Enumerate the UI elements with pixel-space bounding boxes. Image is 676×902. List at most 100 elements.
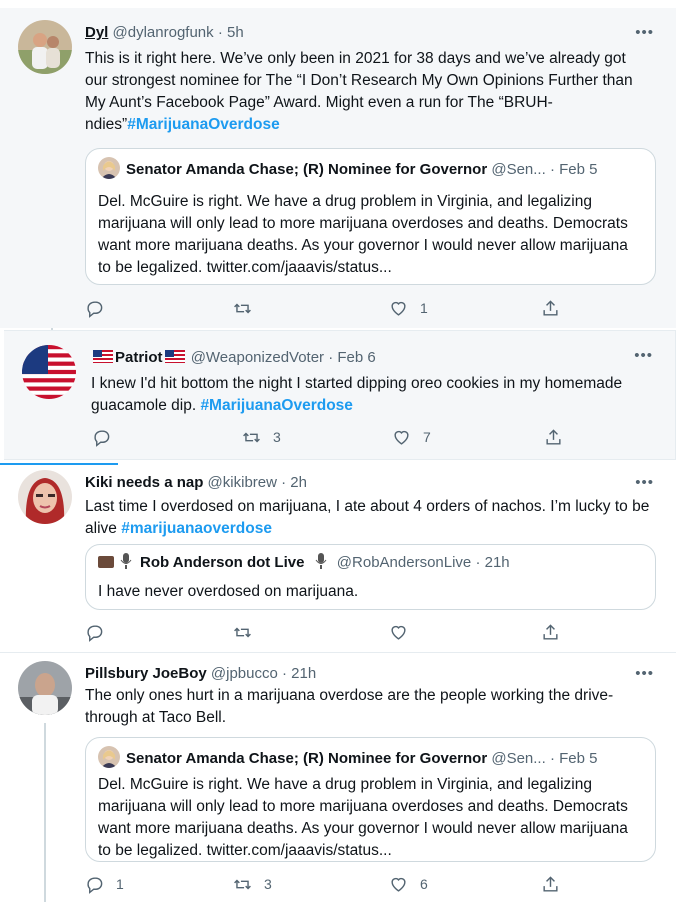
retweet-icon	[234, 879, 251, 889]
more-icon[interactable]: •••	[635, 474, 654, 491]
quote-timestamp: · Feb 5	[549, 161, 598, 178]
share-icon	[546, 428, 561, 445]
like-icon	[391, 301, 406, 316]
timestamp[interactable]: · 2h	[281, 474, 307, 491]
display-name[interactable]: Dyl	[85, 24, 108, 41]
microphone-icon	[315, 553, 327, 569]
handle[interactable]: @WeaponizedVoter	[191, 349, 324, 366]
quote-handle: @Sen...	[491, 161, 546, 178]
more-icon[interactable]: •••	[635, 665, 654, 682]
action-bar	[85, 620, 565, 644]
share-button[interactable]	[544, 425, 575, 449]
like-button[interactable]: 6	[389, 872, 428, 896]
like-icon	[394, 430, 409, 445]
more-icon[interactable]: •••	[635, 24, 654, 41]
retweet-icon	[243, 432, 260, 442]
reply-icon	[87, 876, 103, 894]
quote-display-name: Senator Amanda Chase; (R) Nominee for Go…	[126, 161, 488, 178]
timestamp[interactable]: · Feb 6	[328, 349, 376, 366]
quote-text: I have never overdosed on marijuana.	[98, 583, 359, 600]
share-button[interactable]	[541, 620, 572, 644]
quote-display-name: Senator Amanda Chase; (R) Nominee for Go…	[126, 750, 488, 767]
avatar[interactable]	[18, 470, 72, 524]
like-icon	[391, 625, 406, 640]
reply-button[interactable]	[85, 296, 116, 320]
quote-header: Rob Anderson dot Live @RobAndersonLive ·…	[98, 553, 645, 571]
us-flag-icon	[22, 345, 76, 399]
share-icon	[543, 623, 558, 640]
avatar[interactable]	[18, 661, 72, 715]
display-name[interactable]: Patriot	[115, 349, 163, 366]
quoted-tweet[interactable]: Senator Amanda Chase; (R) Nominee for Go…	[85, 148, 656, 285]
retweet-button[interactable]	[233, 296, 264, 320]
tweet-text: Last time I overdosed on marijuana, I at…	[85, 496, 652, 540]
tweet-header: Pillsbury JoeBoy @jpbucco · 21h	[85, 665, 636, 682]
us-flag-icon	[93, 350, 113, 363]
display-name[interactable]: Kiki needs a nap	[85, 474, 203, 491]
share-button[interactable]	[541, 872, 572, 896]
reply-button[interactable]	[85, 620, 116, 644]
tweet-patriot[interactable]: Patriot @WeaponizedVoter · Feb 6 ••• I k…	[4, 330, 676, 460]
quote-header: Senator Amanda Chase; (R) Nominee for Go…	[98, 157, 645, 179]
action-bar: 1 3 6	[85, 872, 565, 896]
tweet-text: The only ones hurt in a marijuana overdo…	[85, 687, 614, 726]
like-count: 7	[423, 429, 431, 445]
handle[interactable]: @jpbucco	[211, 665, 278, 682]
quote-display-name: Rob Anderson dot Live	[140, 554, 305, 571]
timestamp[interactable]: · 5h	[218, 24, 244, 41]
retweet-icon	[234, 627, 251, 637]
like-button[interactable]: 7	[392, 425, 431, 449]
handle[interactable]: @dylanrogfunk	[113, 24, 214, 41]
handle[interactable]: @kikibrew	[208, 474, 277, 491]
tweet-kiki[interactable]: Kiki needs a nap @kikibrew · 2h ••• Last…	[0, 466, 676, 652]
quote-text: Del. McGuire is right. We have a drug pr…	[98, 776, 628, 859]
microphone-icon	[120, 553, 132, 569]
share-icon	[543, 875, 558, 892]
retweet-count: 3	[264, 876, 272, 892]
quote-header: Senator Amanda Chase; (R) Nominee for Go…	[98, 746, 645, 768]
quote-handle: @RobAndersonLive	[336, 554, 472, 571]
display-name[interactable]: Pillsbury JoeBoy	[85, 665, 207, 682]
quote-avatar	[98, 157, 120, 179]
more-icon[interactable]: •••	[634, 347, 653, 364]
retweet-count: 3	[273, 429, 281, 445]
quoted-tweet[interactable]: Rob Anderson dot Live @RobAndersonLive ·…	[85, 544, 656, 610]
action-bar: 3 7	[92, 425, 572, 449]
tweet-dyl[interactable]: Dyl @dylanrogfunk · 5h ••• This is it ri…	[0, 8, 676, 328]
reply-button[interactable]	[92, 425, 123, 449]
like-icon	[391, 877, 406, 892]
reply-count: 1	[116, 876, 124, 892]
timestamp[interactable]: · 21h	[282, 665, 316, 682]
tweet-header: Patriot @WeaponizedVoter · Feb 6	[91, 349, 635, 366]
retweet-button[interactable]	[233, 620, 264, 644]
quote-timestamp: · Feb 5	[549, 750, 598, 767]
reply-icon	[87, 300, 103, 318]
retweet-button[interactable]: 3	[242, 425, 281, 449]
tweet-text: This is it right here. We’ve only been i…	[85, 48, 652, 136]
reply-icon	[94, 429, 110, 447]
share-icon	[543, 299, 558, 316]
avatar[interactable]	[22, 345, 76, 399]
avatar[interactable]	[18, 20, 72, 74]
hashtag-link[interactable]: #MarijuanaOverdose	[127, 116, 279, 133]
retweet-icon	[234, 303, 251, 313]
action-bar: 1	[85, 296, 565, 320]
like-count: 6	[420, 876, 428, 892]
tweet-text-content: I knew I'd hit bottom the night I starte…	[91, 375, 623, 414]
camera-icon	[98, 556, 114, 568]
share-button[interactable]	[541, 296, 572, 320]
hashtag-link[interactable]: #marijuanaoverdose	[121, 520, 272, 537]
quote-text: Del. McGuire is right. We have a drug pr…	[98, 193, 628, 276]
like-button[interactable]	[389, 620, 420, 644]
selection-indicator	[0, 463, 118, 465]
quoted-tweet[interactable]: Senator Amanda Chase; (R) Nominee for Go…	[85, 737, 656, 862]
like-count: 1	[420, 300, 428, 316]
retweet-button[interactable]: 3	[233, 872, 272, 896]
quote-handle: @Sen...	[491, 750, 546, 767]
tweet-header: Dyl @dylanrogfunk · 5h	[85, 24, 636, 41]
reply-button[interactable]: 1	[85, 872, 124, 896]
tweet-pillsbury[interactable]: Pillsbury JoeBoy @jpbucco · 21h ••• The …	[0, 653, 676, 902]
reply-icon	[87, 624, 103, 642]
like-button[interactable]: 1	[389, 296, 428, 320]
hashtag-link[interactable]: #MarijuanaOverdose	[200, 397, 352, 414]
